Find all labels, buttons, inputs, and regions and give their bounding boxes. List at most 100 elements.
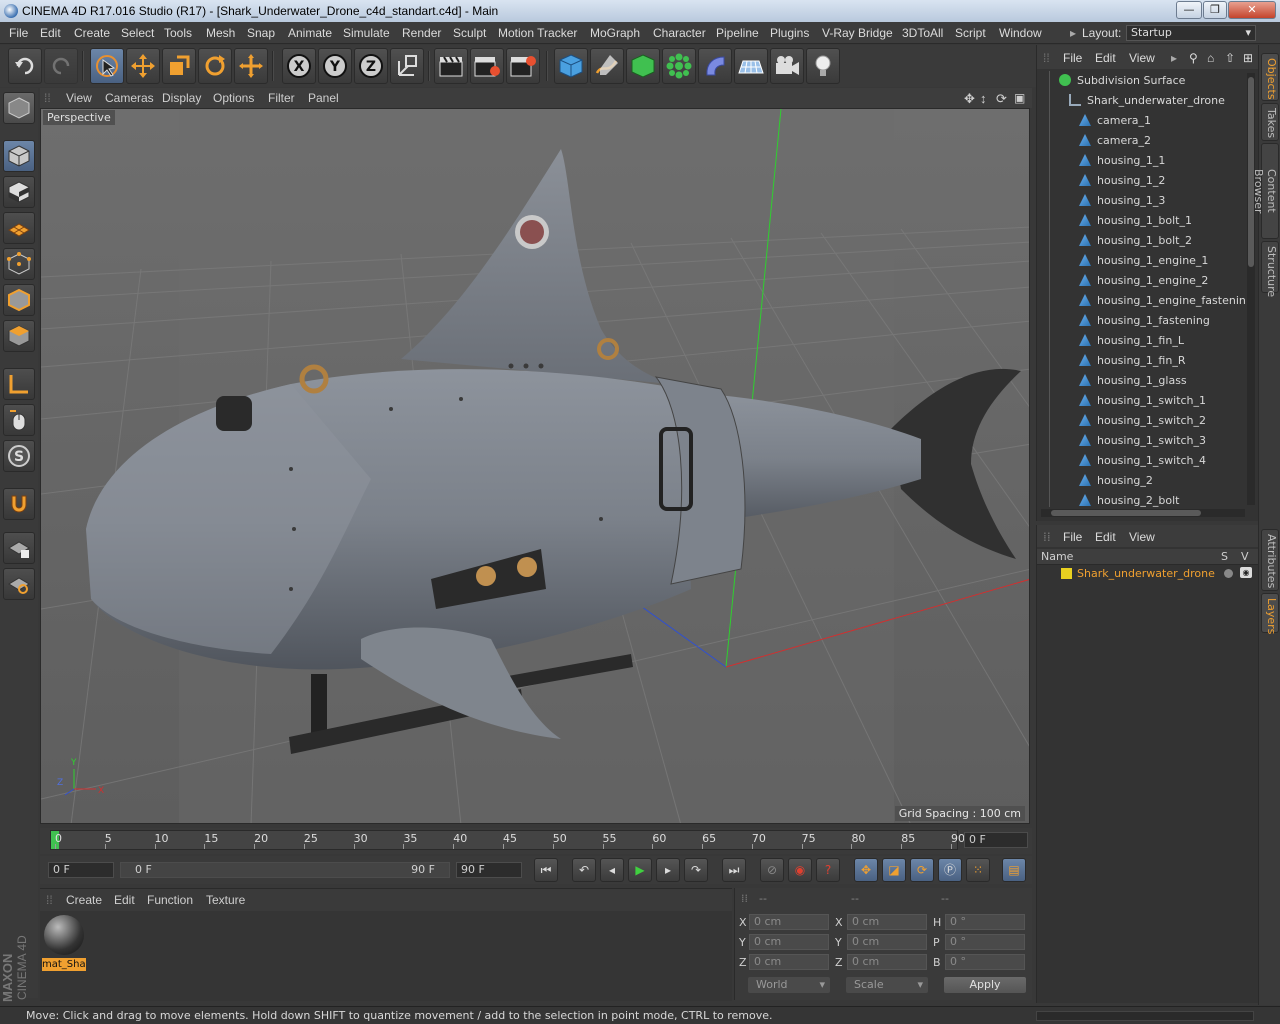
menu-plugins[interactable]: Plugins [770, 26, 809, 40]
menu-file[interactable]: File [9, 26, 28, 40]
go-to-next-key-button[interactable]: ↷ [684, 858, 708, 882]
object-scrollbar[interactable] [1247, 73, 1255, 505]
object-row[interactable]: housing_1_2 [1079, 171, 1165, 191]
redo-button[interactable] [44, 48, 78, 84]
solo-mode-button[interactable]: S [3, 440, 35, 472]
object-row[interactable]: housing_1_switch_4 [1079, 451, 1206, 471]
y-axis-lock-button[interactable]: Y [318, 48, 352, 84]
x-axis-lock-button[interactable]: X [282, 48, 316, 84]
pos-x-field[interactable]: 0 cm [749, 914, 829, 930]
size-z-field[interactable]: 0 cm [847, 954, 927, 970]
object-row[interactable]: housing_1_engine_2 [1079, 271, 1208, 291]
key-scale-button[interactable]: ◪ [882, 858, 906, 882]
key-pla-button[interactable]: ⁙ [966, 858, 990, 882]
key-rotation-button[interactable]: ⟳ [910, 858, 934, 882]
object-menu-edit[interactable]: Edit [1095, 51, 1116, 65]
material-menu-function[interactable]: Function [147, 893, 193, 907]
object-row[interactable]: housing_1_engine_1 [1079, 251, 1208, 271]
object-row[interactable]: housing_1_switch_3 [1079, 431, 1206, 451]
menu-vray-bridge[interactable]: V-Ray Bridge [822, 26, 893, 40]
eye-icon[interactable]: ◉ [1240, 567, 1252, 578]
dolly-view-icon[interactable]: ↕ [980, 91, 987, 106]
menu-select[interactable]: Select [121, 26, 154, 40]
object-hscrollbar-thumb[interactable] [1051, 510, 1201, 516]
new-window-icon[interactable]: ⊞ [1243, 51, 1253, 65]
add-generator-button[interactable] [626, 48, 660, 84]
tab-takes[interactable]: Takes [1261, 103, 1279, 141]
timeline-window-button[interactable]: ▤ [1002, 858, 1026, 882]
go-to-start-button[interactable]: ⏮ [534, 858, 558, 882]
material-menu-edit[interactable]: Edit [114, 893, 135, 907]
object-row[interactable]: housing_1_fin_L [1079, 331, 1184, 351]
apply-button[interactable]: Apply [943, 976, 1027, 994]
rotate-tool-button[interactable] [198, 48, 232, 84]
menu-motion-tracker[interactable]: Motion Tracker [498, 26, 577, 40]
workplane-mode-button[interactable] [3, 212, 35, 244]
texture-mode-button[interactable] [3, 176, 35, 208]
add-camera-button[interactable] [770, 48, 804, 84]
keyframe-selection-button[interactable]: ? [816, 858, 840, 882]
axis-mode-button[interactable] [3, 368, 35, 400]
orbit-view-icon[interactable]: ⟳ [996, 91, 1007, 107]
layer-menu-edit[interactable]: Edit [1095, 530, 1116, 544]
add-cube-button[interactable] [554, 48, 588, 84]
z-axis-lock-button[interactable]: Z [354, 48, 388, 84]
polygons-mode-button[interactable] [3, 320, 35, 352]
drag-handle-icon[interactable]: ⁞⁞ [44, 91, 51, 105]
pan-view-icon[interactable]: ✥ [964, 91, 975, 107]
go-to-next-frame-button[interactable]: ▸ [656, 858, 680, 882]
frame-range-slider[interactable]: 0 F 90 F [120, 862, 450, 878]
tweak-mode-button[interactable] [3, 404, 35, 436]
timeline-ruler[interactable]: 0 5 10 15 20 25 30 35 40 45 50 55 60 65 70 75 80 85 90 0 F [40, 828, 1032, 854]
menu-mograph[interactable]: MoGraph [590, 26, 640, 40]
go-to-prev-frame-button[interactable]: ◂ [600, 858, 624, 882]
render-settings-button[interactable] [506, 48, 540, 84]
play-button[interactable]: ▶ [628, 858, 652, 882]
tab-attributes[interactable]: Attributes [1261, 529, 1279, 591]
undo-button[interactable] [8, 48, 42, 84]
menu-pipeline[interactable]: Pipeline [716, 26, 759, 40]
tab-content-browser[interactable]: Content Browser [1252, 143, 1279, 239]
viewport-menu-view[interactable]: View [66, 91, 92, 105]
coordinate-system-button[interactable] [390, 48, 424, 84]
maximize-button[interactable]: ❐ [1203, 1, 1227, 19]
drag-handle-icon[interactable]: ⁞⁞ [741, 892, 748, 905]
object-row[interactable]: housing_1_switch_2 [1079, 411, 1206, 431]
tab-objects[interactable]: Objects [1261, 53, 1279, 101]
menu-edit[interactable]: Edit [40, 26, 61, 40]
menu-overflow-arrow-icon[interactable]: ▸ [1171, 51, 1177, 65]
menu-character[interactable]: Character [653, 26, 706, 40]
current-frame-field[interactable]: 0 F [964, 832, 1028, 848]
menu-render[interactable]: Render [402, 26, 441, 40]
material-menu-texture[interactable]: Texture [206, 893, 245, 907]
autokey-button[interactable]: ◉ [788, 858, 812, 882]
object-menu-view[interactable]: View [1129, 51, 1155, 65]
3d-viewport[interactable]: Y X Z Perspective Grid Spacing : 100 cm [40, 108, 1030, 824]
live-selection-button[interactable] [90, 48, 124, 84]
size-mode-select[interactable]: Scale ▾ [845, 976, 929, 994]
menu-tools[interactable]: Tools [164, 26, 192, 40]
pos-y-field[interactable]: 0 cm [749, 934, 829, 950]
add-light-button[interactable] [806, 48, 840, 84]
drag-handle-icon[interactable]: ⁞⁞ [1043, 530, 1051, 544]
layer-row[interactable]: Shark_underwater_drone ◉ [1037, 565, 1259, 583]
add-deformer-button[interactable] [698, 48, 732, 84]
layer-menu-file[interactable]: File [1063, 530, 1082, 544]
menu-create[interactable]: Create [74, 26, 110, 40]
object-row[interactable]: housing_1_glass [1079, 371, 1187, 391]
menu-window[interactable]: Window [999, 26, 1042, 40]
rot-b-field[interactable]: 0 ° [945, 954, 1025, 970]
home-icon[interactable]: ⌂ [1207, 51, 1214, 65]
scale-tool-button[interactable] [162, 48, 196, 84]
object-row[interactable]: housing_1_switch_1 [1079, 391, 1206, 411]
record-position-button[interactable]: ⊘ [760, 858, 784, 882]
search-icon[interactable]: ⚲ [1189, 51, 1198, 65]
add-spline-button[interactable] [590, 48, 624, 84]
layer-solo-dot-icon[interactable] [1224, 569, 1233, 578]
recent-tool-button[interactable] [234, 48, 268, 84]
drag-handle-icon[interactable]: ⁞⁞ [1043, 51, 1050, 65]
edges-mode-button[interactable] [3, 284, 35, 316]
toggle-layout-icon[interactable]: ▣ [1014, 91, 1025, 105]
key-position-button[interactable]: ✥ [854, 858, 878, 882]
object-row[interactable]: Subdivision Surface [1059, 71, 1185, 91]
